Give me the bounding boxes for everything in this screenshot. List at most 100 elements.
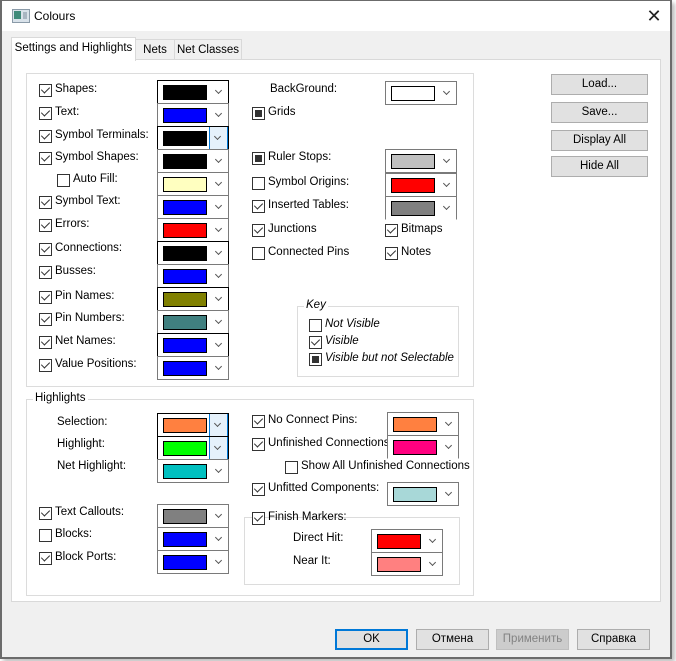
notes-checkbox[interactable]: [385, 247, 398, 260]
chevron-down-icon[interactable]: [439, 197, 456, 219]
chevron-down-icon[interactable]: [211, 288, 228, 310]
finish-markers-toggle[interactable]: Finish Markers:: [252, 511, 347, 527]
direct-hit-color-combo[interactable]: [371, 529, 443, 553]
shapes-color-combo[interactable]: [157, 80, 229, 104]
chevron-down-icon[interactable]: [439, 150, 456, 172]
save-button[interactable]: Save...: [551, 102, 648, 123]
pin-numbers-color-combo[interactable]: [157, 310, 229, 334]
inserted-tables-color-combo[interactable]: [385, 196, 457, 220]
net-names-color-combo[interactable]: [157, 333, 229, 357]
near-it-color-combo[interactable]: [371, 552, 443, 576]
chevron-down-icon[interactable]: [211, 219, 228, 241]
chevron-down-icon[interactable]: [439, 174, 456, 196]
grids-checkbox[interactable]: [252, 107, 265, 120]
text-callouts-checkbox[interactable]: [39, 507, 52, 520]
chevron-down-icon[interactable]: [441, 413, 458, 435]
chevron-down-icon[interactable]: [211, 334, 228, 356]
errors-color-combo[interactable]: [157, 218, 229, 242]
text-color-combo[interactable]: [157, 103, 229, 127]
chevron-down-icon[interactable]: [209, 437, 228, 459]
busses-checkbox[interactable]: [39, 266, 52, 279]
bitmaps-checkbox[interactable]: [385, 224, 398, 237]
symbol-terminals-checkbox[interactable]: [39, 130, 52, 143]
chevron-down-icon[interactable]: [211, 81, 228, 103]
chevron-down-icon[interactable]: [211, 265, 228, 287]
block-ports-color-combo[interactable]: [157, 550, 229, 574]
symbol-text-color-combo[interactable]: [157, 195, 229, 219]
hide-all-button[interactable]: Hide All: [551, 156, 648, 177]
unfitted-components-color-combo[interactable]: [387, 482, 459, 506]
blocks-checkbox[interactable]: [39, 529, 52, 542]
unfinished-connections-checkbox[interactable]: [252, 438, 265, 451]
auto-fill-color-combo[interactable]: [157, 172, 229, 196]
blocks-color-combo[interactable]: [157, 527, 229, 551]
close-icon[interactable]: ✕: [642, 5, 666, 27]
chevron-down-icon[interactable]: [425, 530, 442, 552]
value-positions-checkbox[interactable]: [39, 359, 52, 372]
unfitted-components-checkbox[interactable]: [252, 483, 265, 496]
tab-settings-and-highlights[interactable]: Settings and Highlights: [11, 37, 136, 61]
junctions-checkbox[interactable]: [252, 224, 265, 237]
net-names-checkbox[interactable]: [39, 336, 52, 349]
cancel-button[interactable]: Отмена: [416, 629, 489, 650]
finish-markers-checkbox[interactable]: [252, 512, 265, 525]
errors-checkbox[interactable]: [39, 219, 52, 232]
apply-button[interactable]: Применить: [496, 629, 569, 650]
busses-color-combo[interactable]: [157, 264, 229, 288]
text-checkbox[interactable]: [39, 107, 52, 120]
symbol-terminals-color-combo[interactable]: [157, 126, 229, 150]
chevron-down-icon[interactable]: [441, 483, 458, 505]
text-callouts-color-combo[interactable]: [157, 504, 229, 528]
show-all-unfinished-checkbox[interactable]: [285, 461, 298, 474]
pin-numbers-color-swatch: [163, 315, 207, 330]
inserted-tables-checkbox[interactable]: [252, 200, 265, 213]
tab-nets[interactable]: Nets: [134, 39, 176, 60]
symbol-shapes-color-combo[interactable]: [157, 149, 229, 173]
chevron-down-icon[interactable]: [211, 528, 228, 550]
symbol-origins-checkbox[interactable]: [252, 177, 265, 190]
chevron-down-icon[interactable]: [209, 414, 228, 436]
no-connect-pins-color-combo[interactable]: [387, 412, 459, 436]
chevron-down-icon[interactable]: [441, 436, 458, 458]
chevron-down-icon[interactable]: [425, 553, 442, 575]
chevron-down-icon[interactable]: [211, 242, 228, 264]
block-ports-checkbox[interactable]: [39, 552, 52, 565]
connected-pins-checkbox[interactable]: [252, 247, 265, 260]
net-highlight-color-combo[interactable]: [157, 459, 229, 483]
value-positions-color-combo[interactable]: [157, 356, 229, 380]
ruler-stops-checkbox[interactable]: [252, 152, 265, 165]
chevron-down-icon[interactable]: [211, 311, 228, 333]
chevron-down-icon[interactable]: [211, 173, 228, 195]
ok-button[interactable]: OK: [335, 629, 408, 650]
chevron-down-icon[interactable]: [211, 196, 228, 218]
chevron-down-icon[interactable]: [211, 104, 228, 126]
chevron-down-icon[interactable]: [211, 460, 228, 482]
symbol-text-checkbox[interactable]: [39, 196, 52, 209]
pin-names-color-combo[interactable]: [157, 287, 229, 311]
ruler-stops-color-combo[interactable]: [385, 149, 457, 173]
pin-names-checkbox[interactable]: [39, 291, 52, 304]
auto-fill-checkbox[interactable]: [57, 174, 70, 187]
chevron-down-icon[interactable]: [211, 505, 228, 527]
load-button[interactable]: Load...: [551, 74, 648, 95]
chevron-down-icon[interactable]: [211, 150, 228, 172]
display-all-button[interactable]: Display All: [551, 130, 648, 151]
selection-color-combo[interactable]: [157, 413, 229, 437]
symbol-shapes-checkbox[interactable]: [39, 152, 52, 165]
chevron-down-icon[interactable]: [211, 357, 228, 379]
background-color-combo[interactable]: [385, 81, 457, 105]
tab-net-classes[interactable]: Net Classes: [174, 39, 242, 60]
connections-color-combo[interactable]: [157, 241, 229, 265]
chevron-down-icon[interactable]: [211, 551, 228, 573]
unfinished-connections-color-combo[interactable]: [387, 435, 459, 459]
pin-numbers-checkbox[interactable]: [39, 313, 52, 326]
help-button[interactable]: Справка: [577, 629, 650, 650]
chevron-down-icon[interactable]: [209, 127, 228, 149]
highlight-color-combo[interactable]: [157, 436, 229, 460]
symbol-shapes-color-swatch: [163, 154, 207, 169]
shapes-checkbox[interactable]: [39, 84, 52, 97]
no-connect-pins-checkbox[interactable]: [252, 415, 265, 428]
symbol-origins-color-combo[interactable]: [385, 173, 457, 197]
connections-checkbox[interactable]: [39, 243, 52, 256]
chevron-down-icon[interactable]: [439, 82, 456, 104]
